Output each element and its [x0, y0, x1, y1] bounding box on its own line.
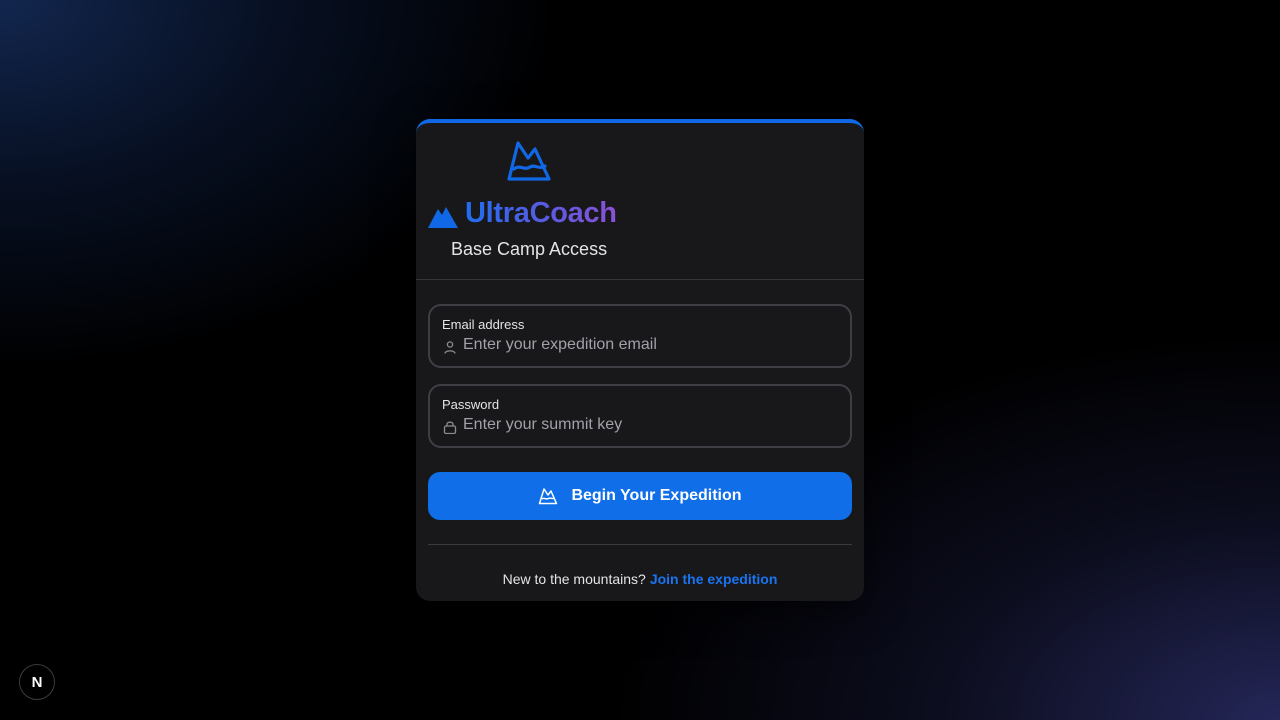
brand-name: UltraCoach — [465, 197, 617, 229]
begin-expedition-button[interactable]: Begin Your Expedition — [428, 472, 852, 520]
email-field[interactable]: Email address — [428, 304, 852, 368]
email-label: Email address — [442, 317, 525, 332]
lock-icon — [443, 421, 457, 434]
signup-prompt: New to the mountains? Join the expedition — [416, 571, 864, 587]
mountain-icon — [507, 141, 551, 181]
divider — [428, 544, 852, 545]
email-input[interactable] — [463, 334, 833, 356]
card-header: UltraCoach Base Camp Access — [416, 123, 864, 280]
password-field[interactable]: Password — [428, 384, 852, 448]
user-icon — [444, 341, 456, 354]
page-subtitle: Base Camp Access — [451, 239, 608, 259]
password-label: Password — [442, 397, 500, 412]
signup-prompt-text: New to the mountains? — [502, 571, 646, 587]
nextjs-icon: N — [31, 673, 43, 691]
join-expedition-link[interactable]: Join the expedition — [650, 571, 778, 587]
nextjs-dev-badge[interactable]: N — [19, 664, 55, 700]
mountain-peak-icon — [428, 207, 458, 228]
brand-row: UltraCoach — [427, 195, 617, 231]
mountain-icon — [539, 488, 558, 505]
password-input[interactable] — [463, 414, 833, 436]
login-card: UltraCoach Base Camp Access Email addres… — [416, 119, 864, 601]
begin-expedition-label: Begin Your Expedition — [571, 487, 742, 504]
